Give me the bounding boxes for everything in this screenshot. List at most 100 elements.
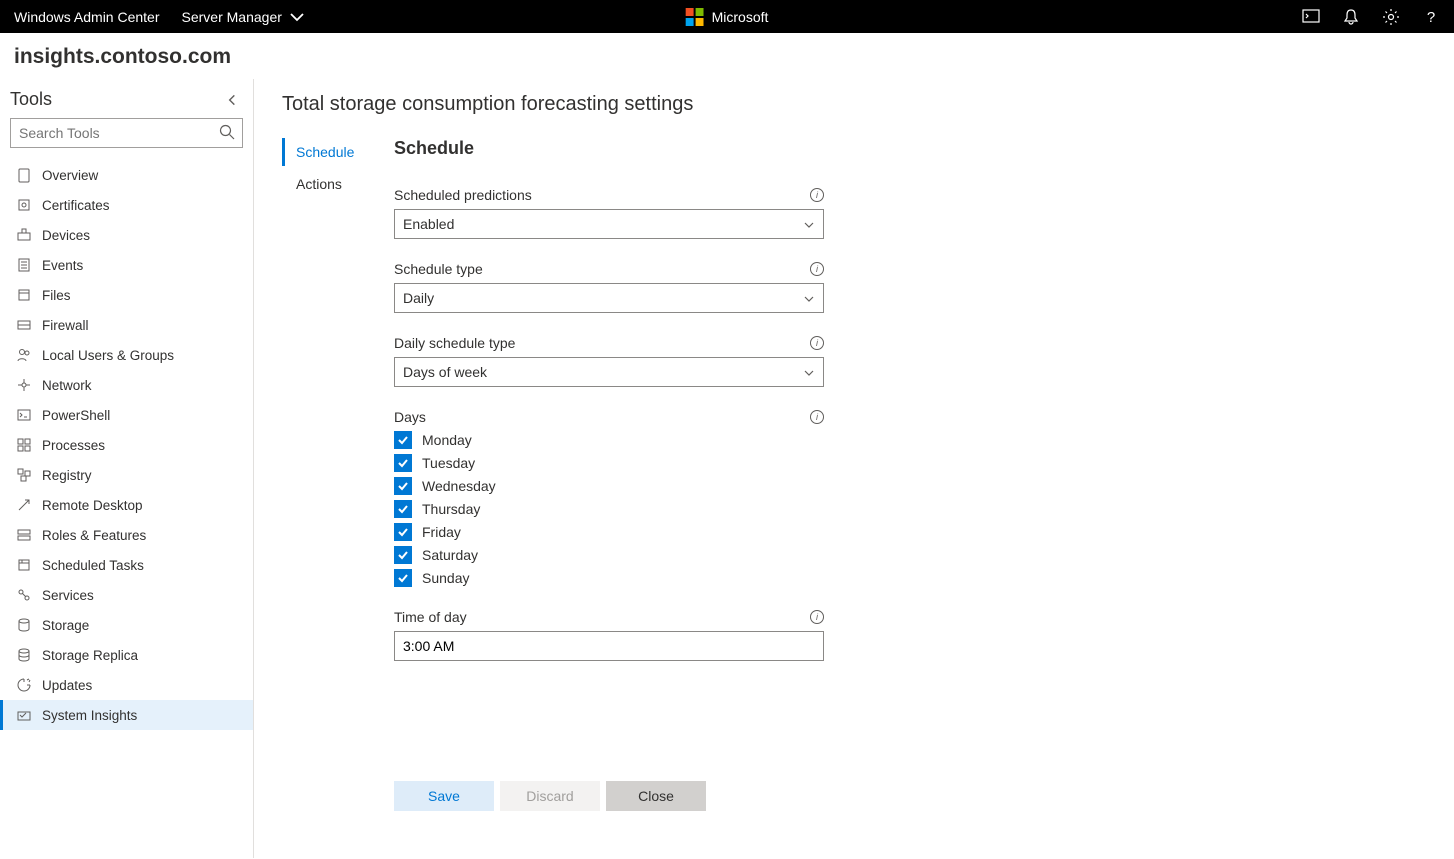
sidebar-item-certificates[interactable]: Certificates xyxy=(0,190,253,220)
sidebar-item-updates[interactable]: Updates xyxy=(0,670,253,700)
day-checkbox-wednesday[interactable]: Wednesday xyxy=(394,477,824,495)
microsoft-logo-icon xyxy=(686,8,704,26)
tool-icon xyxy=(16,197,32,213)
tool-icon xyxy=(16,257,32,273)
sidebar-item-storage-replica[interactable]: Storage Replica xyxy=(0,640,253,670)
sidebar-item-label: Storage Replica xyxy=(42,648,138,663)
sidebar-item-services[interactable]: Services xyxy=(0,580,253,610)
chevron-down-icon xyxy=(288,8,306,26)
sidebar-item-label: Processes xyxy=(42,438,105,453)
chevron-down-icon xyxy=(803,218,815,230)
sidebar-item-processes[interactable]: Processes xyxy=(0,430,253,460)
checkbox-icon[interactable] xyxy=(394,431,412,449)
day-label: Sunday xyxy=(422,570,469,586)
search-tools-input[interactable] xyxy=(10,118,243,148)
tool-icon xyxy=(16,377,32,393)
tool-icon xyxy=(16,617,32,633)
settings-heading: Schedule xyxy=(394,138,824,159)
info-icon[interactable]: i xyxy=(810,262,824,276)
checkbox-icon[interactable] xyxy=(394,523,412,541)
day-checkbox-friday[interactable]: Friday xyxy=(394,523,824,541)
day-label: Tuesday xyxy=(422,455,475,471)
checkbox-icon[interactable] xyxy=(394,500,412,518)
sidebar-item-registry[interactable]: Registry xyxy=(0,460,253,490)
sidebar-item-label: PowerShell xyxy=(42,408,110,423)
day-label: Monday xyxy=(422,432,472,448)
day-label: Thursday xyxy=(422,501,480,517)
chevron-down-icon xyxy=(803,292,815,304)
day-label: Friday xyxy=(422,524,461,540)
time-of-day-input[interactable] xyxy=(394,631,824,661)
tool-icon xyxy=(16,707,32,723)
sidebar-item-label: Remote Desktop xyxy=(42,498,143,513)
sidebar-item-network[interactable]: Network xyxy=(0,370,253,400)
sidebar-item-label: Certificates xyxy=(42,198,110,213)
tool-icon xyxy=(16,587,32,603)
settings-nav-schedule[interactable]: Schedule xyxy=(282,138,362,166)
console-icon[interactable] xyxy=(1302,8,1320,26)
scheduled-predictions-select[interactable]: Enabled xyxy=(394,209,824,239)
page-title: Total storage consumption forecasting se… xyxy=(282,93,1426,116)
tools-sidebar: Tools Overview Certificates Devices Events F… xyxy=(0,79,254,858)
sidebar-item-local-users-groups[interactable]: Local Users & Groups xyxy=(0,340,253,370)
tool-icon xyxy=(16,227,32,243)
checkbox-icon[interactable] xyxy=(394,454,412,472)
discard-button[interactable]: Discard xyxy=(500,781,600,811)
day-label: Saturday xyxy=(422,547,478,563)
sidebar-item-label: Services xyxy=(42,588,94,603)
days-label: Days xyxy=(394,409,426,425)
help-icon[interactable]: ? xyxy=(1422,8,1440,26)
day-checkbox-saturday[interactable]: Saturday xyxy=(394,546,824,564)
sidebar-item-firewall[interactable]: Firewall xyxy=(0,310,253,340)
brand-label: Microsoft xyxy=(712,9,769,25)
sidebar-item-system-insights[interactable]: System Insights xyxy=(0,700,253,730)
tool-icon xyxy=(16,557,32,573)
day-checkbox-monday[interactable]: Monday xyxy=(394,431,824,449)
info-icon[interactable]: i xyxy=(810,410,824,424)
tool-icon xyxy=(16,317,32,333)
settings-nav-actions[interactable]: Actions xyxy=(282,170,362,198)
tool-icon xyxy=(16,527,32,543)
tool-icon xyxy=(16,347,32,363)
sidebar-item-remote-desktop[interactable]: Remote Desktop xyxy=(0,490,253,520)
tool-icon xyxy=(16,287,32,303)
sidebar-item-label: System Insights xyxy=(42,708,137,723)
app-title: Windows Admin Center xyxy=(14,9,160,25)
sidebar-item-events[interactable]: Events xyxy=(0,250,253,280)
day-checkbox-thursday[interactable]: Thursday xyxy=(394,500,824,518)
tool-icon xyxy=(16,407,32,423)
gear-icon[interactable] xyxy=(1382,8,1400,26)
info-icon[interactable]: i xyxy=(810,610,824,624)
save-button[interactable]: Save xyxy=(394,781,494,811)
checkbox-icon[interactable] xyxy=(394,546,412,564)
info-icon[interactable]: i xyxy=(810,188,824,202)
notifications-icon[interactable] xyxy=(1342,8,1360,26)
schedule-type-select[interactable]: Daily xyxy=(394,283,824,313)
daily-schedule-type-select[interactable]: Days of week xyxy=(394,357,824,387)
close-button[interactable]: Close xyxy=(606,781,706,811)
day-checkbox-tuesday[interactable]: Tuesday xyxy=(394,454,824,472)
sidebar-item-roles-features[interactable]: Roles & Features xyxy=(0,520,253,550)
daily-schedule-type-value: Days of week xyxy=(403,364,487,380)
day-checkbox-sunday[interactable]: Sunday xyxy=(394,569,824,587)
sidebar-title: Tools xyxy=(10,89,52,110)
sidebar-item-powershell[interactable]: PowerShell xyxy=(0,400,253,430)
settings-nav: Schedule Actions xyxy=(282,138,362,811)
sidebar-item-scheduled-tasks[interactable]: Scheduled Tasks xyxy=(0,550,253,580)
info-icon[interactable]: i xyxy=(810,336,824,350)
sidebar-item-label: Updates xyxy=(42,678,92,693)
sidebar-item-label: Devices xyxy=(42,228,90,243)
checkbox-icon[interactable] xyxy=(394,477,412,495)
topbar: Windows Admin Center Server Manager Micr… xyxy=(0,0,1454,33)
sidebar-item-overview[interactable]: Overview xyxy=(0,160,253,190)
sidebar-item-label: Storage xyxy=(42,618,89,633)
sidebar-item-files[interactable]: Files xyxy=(0,280,253,310)
sidebar-item-devices[interactable]: Devices xyxy=(0,220,253,250)
context-dropdown[interactable]: Server Manager xyxy=(182,8,306,26)
checkbox-icon[interactable] xyxy=(394,569,412,587)
sidebar-item-storage[interactable]: Storage xyxy=(0,610,253,640)
sidebar-item-label: Files xyxy=(42,288,71,303)
brand-area: Microsoft xyxy=(686,8,769,26)
settings-panel: Total storage consumption forecasting se… xyxy=(254,79,1454,858)
collapse-sidebar-icon[interactable] xyxy=(225,93,239,107)
